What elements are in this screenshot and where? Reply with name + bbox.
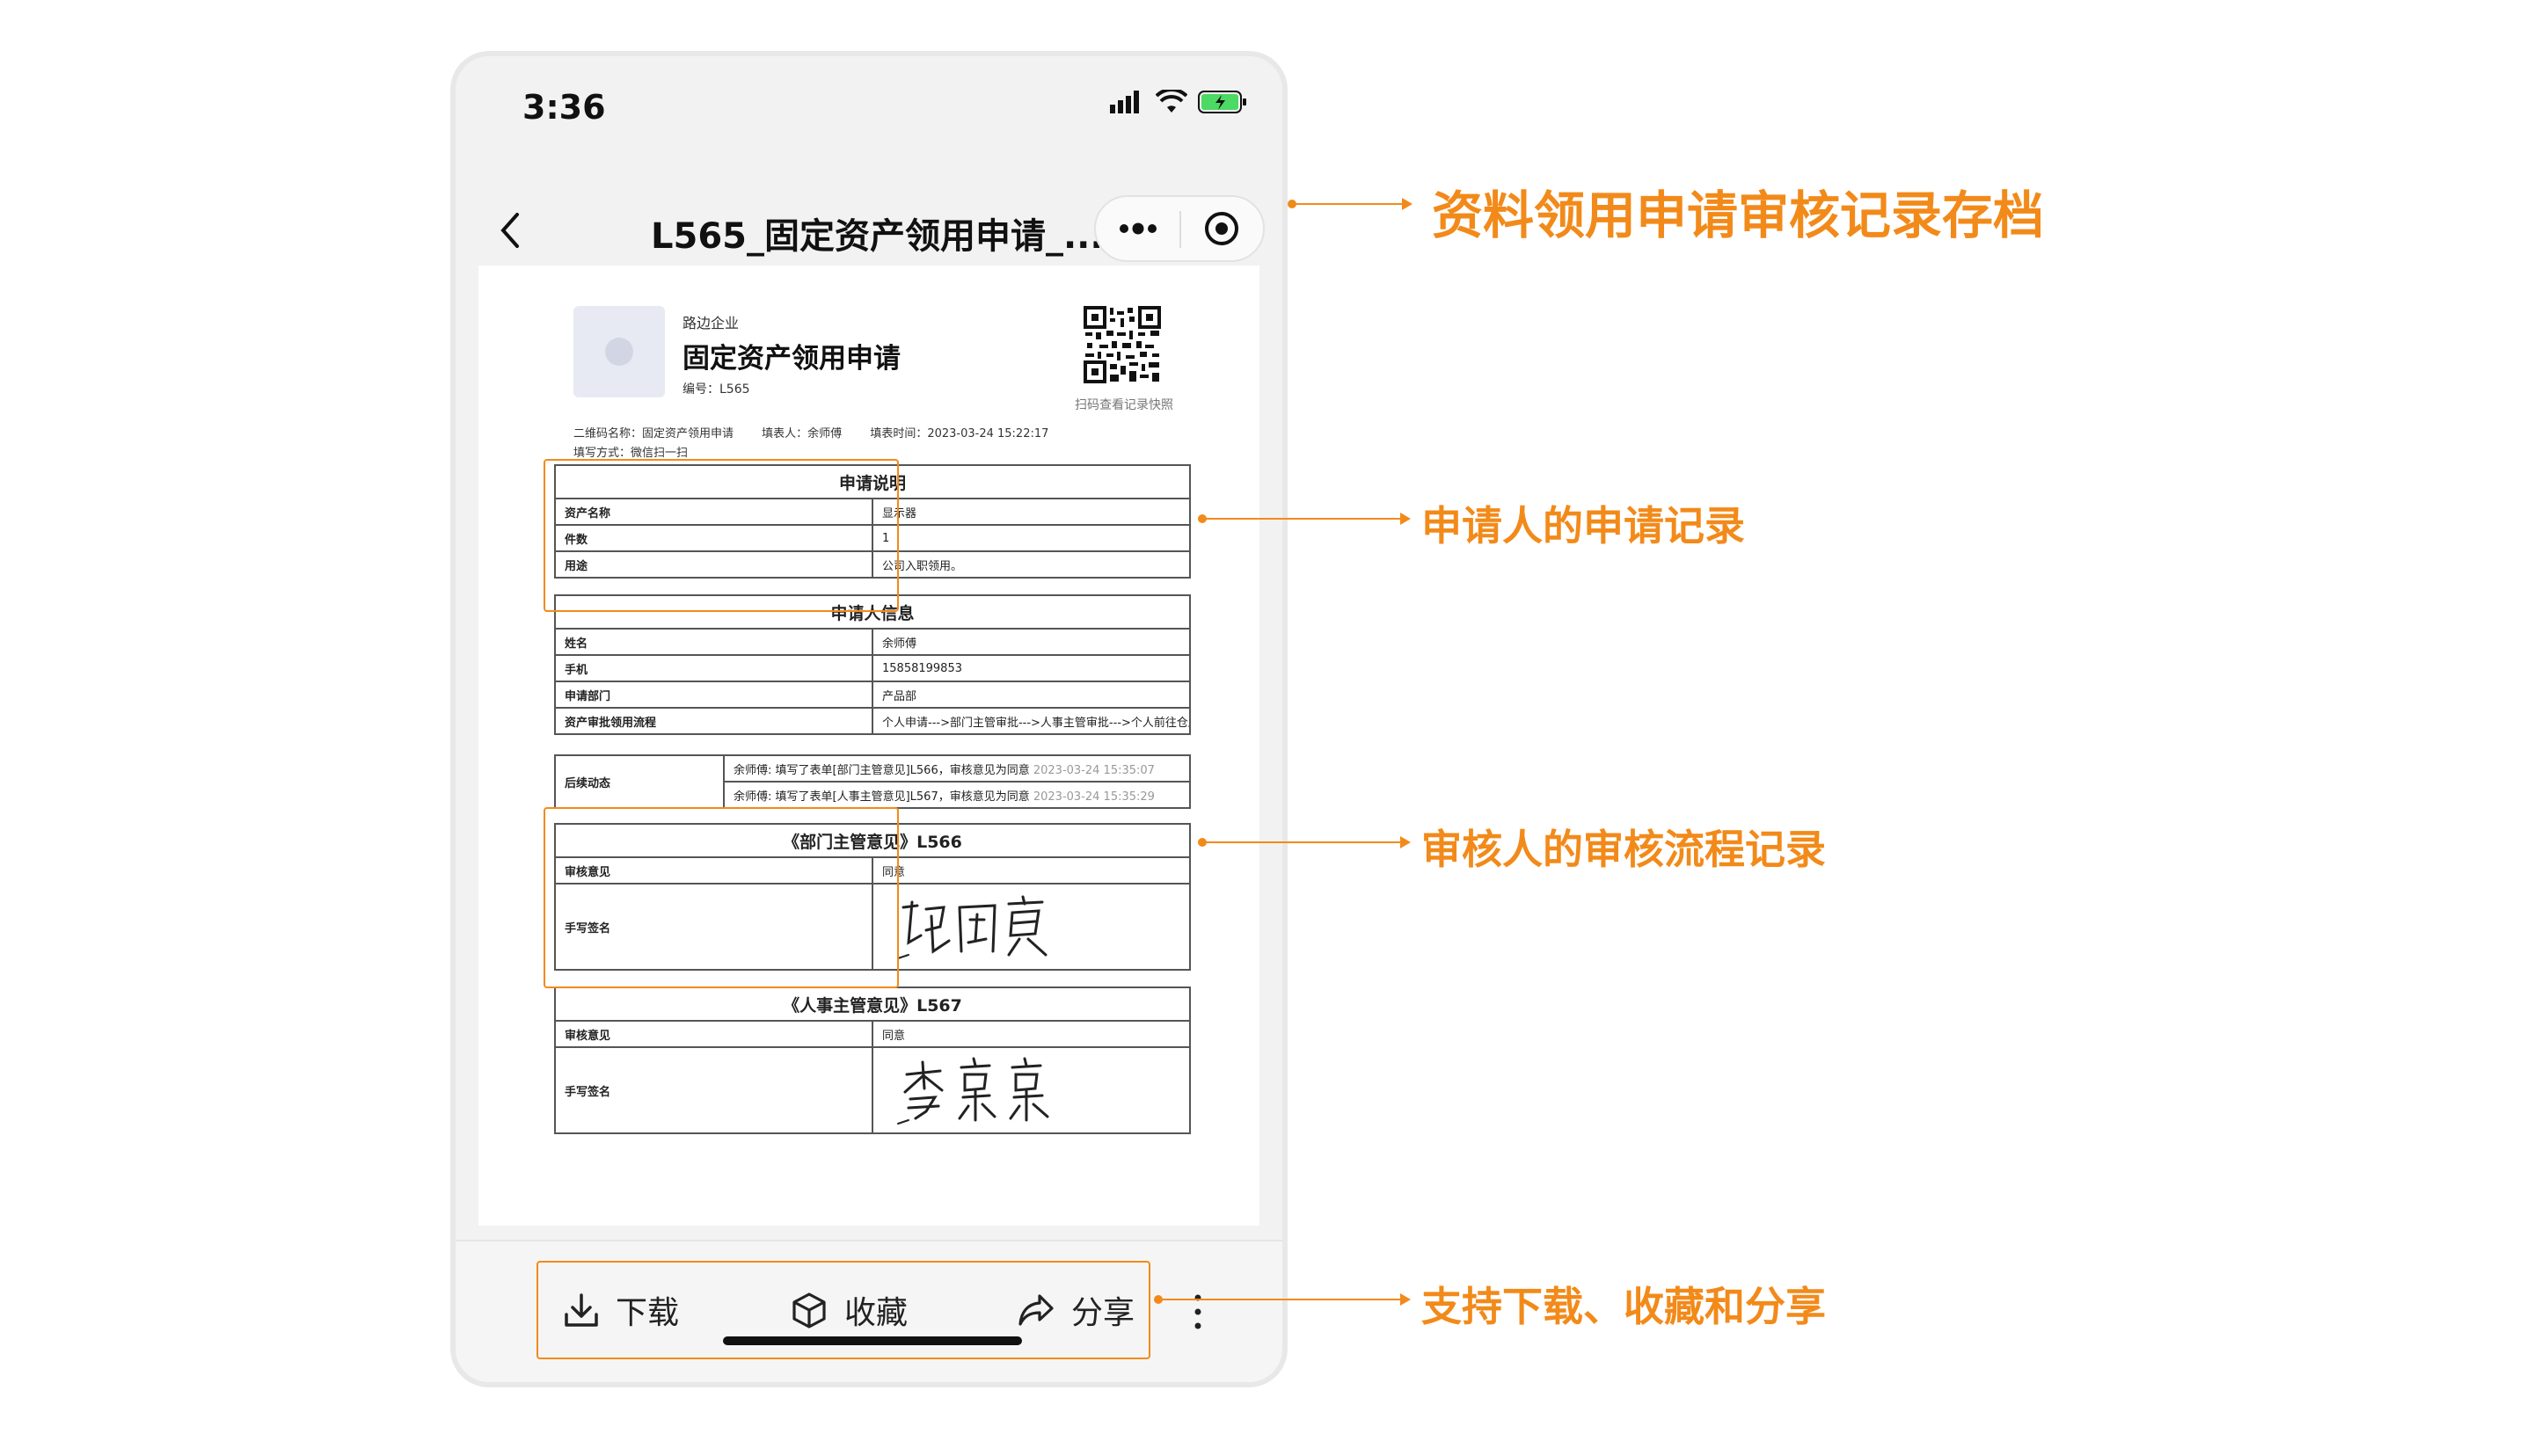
home-indicator	[723, 1336, 1022, 1345]
document-title: 固定资产领用申请	[683, 343, 901, 375]
signature-cell	[872, 883, 1191, 971]
handwritten-signature-1	[897, 895, 1048, 959]
annotation-line	[1205, 518, 1402, 520]
table-row: 申请部门 产品部	[554, 681, 1191, 709]
annotation-archive: 资料领用申请审核记录存档	[1432, 186, 2045, 245]
qr-code-icon	[1084, 306, 1161, 383]
meta-method: 填写方式：微信扫一扫	[573, 447, 689, 460]
document-number: 编号：L565	[683, 382, 750, 397]
page-title: L565_固定资产领用申请_...	[651, 216, 1099, 257]
company-logo	[573, 306, 665, 397]
annotation-applicant-record: 申请人的申请记录	[1421, 502, 1745, 550]
row-value: 产品部	[872, 681, 1191, 709]
annotation-arrow	[1400, 1293, 1411, 1306]
document-viewer[interactable]: 路边企业 固定资产领用申请 编号：L565 扫码查看记录快照 二维码名称：固定资…	[478, 266, 1259, 1226]
qr-caption: 扫码查看记录快照	[1075, 398, 1173, 412]
capsule-menu	[1094, 195, 1265, 262]
table-row: 姓名 余师傅	[554, 628, 1191, 656]
row-value: 同意	[872, 1020, 1191, 1048]
status-time: 3:36	[522, 88, 606, 127]
table-row: 手机 15858199853	[554, 654, 1191, 682]
handwritten-signature-2	[897, 1057, 1049, 1125]
target-close-icon	[1204, 212, 1238, 245]
meta-time: 填表时间：2023-03-24 15:22:17	[870, 427, 1049, 440]
row-value: 1	[872, 524, 1191, 552]
row-key: 手机	[554, 654, 873, 682]
highlight-review-record	[544, 807, 899, 988]
meta-qr-name: 二维码名称：固定资产领用申请	[573, 427, 734, 440]
review-hr-table: 《人事主管意见》L567 审核意见 同意 手写签名	[554, 986, 1191, 1134]
row-key: 手写签名	[554, 1046, 873, 1134]
bottom-action-bar: 下载 收藏 分享	[456, 1240, 1282, 1382]
status-bar: 3:36	[456, 56, 1282, 160]
annotation-review-record: 审核人的审核流程记录	[1421, 826, 1826, 873]
document-page: 路边企业 固定资产领用申请 编号：L565 扫码查看记录快照 二维码名称：固定资…	[478, 266, 1259, 1226]
review2-header: 《人事主管意见》L567	[554, 986, 1191, 1022]
row-key: 资产审批领用流程	[554, 707, 873, 735]
company-name: 路边企业	[683, 315, 740, 331]
status-icons	[1110, 90, 1247, 114]
annotation-arrow	[1400, 836, 1411, 848]
row-key: 申请部门	[554, 681, 873, 709]
row-key: 姓名	[554, 628, 873, 656]
more-dots-icon	[1119, 222, 1157, 235]
meta-filler: 填表人：余师傅	[762, 427, 843, 440]
row-value: 余师傅	[872, 628, 1191, 656]
close-button[interactable]	[1179, 197, 1263, 260]
annotation-actions: 支持下载、收藏和分享	[1421, 1283, 1826, 1330]
table-row: 后续动态 余师傅: 填写了表单[部门主管意见]L566，审核意见为同意 2023…	[554, 754, 1191, 809]
signal-icon	[1110, 91, 1139, 113]
navbar: L565_固定资产领用申请_...	[456, 188, 1282, 276]
back-icon[interactable]	[485, 204, 538, 257]
document-meta: 二维码名称：固定资产领用申请 填表人：余师傅 填表时间：2023-03-24 1…	[573, 424, 1073, 440]
follow-up-entry: 余师傅: 填写了表单[人事主管意见]L567，审核意见为同意 2023-03-2…	[723, 781, 1191, 809]
wifi-icon	[1156, 90, 1187, 113]
annotation-line	[1295, 203, 1404, 205]
annotation-arrow	[1400, 513, 1411, 525]
follow-up-table: 后续动态 余师傅: 填写了表单[部门主管意见]L566，审核意见为同意 2023…	[554, 754, 1191, 809]
follow-up-key: 后续动态	[554, 754, 725, 809]
row-value: 15858199853	[872, 654, 1191, 682]
phone-frame: 3:36 L565_固定资产领用申请_... 路边企业 固定资产领用申请 编号：…	[450, 51, 1288, 1387]
table-row: 资产审批领用流程 个人申请--->部门主管审批--->人事主管审批--->个人前…	[554, 707, 1191, 735]
row-value: 显示器	[872, 498, 1191, 526]
row-value: 公司入职领用。	[872, 550, 1191, 579]
annotation-line	[1205, 841, 1402, 843]
row-value: 同意	[872, 856, 1191, 885]
table-row: 审核意见 同意	[554, 1020, 1191, 1048]
battery-icon	[1198, 91, 1246, 113]
applicant-table: 申请人信息 姓名 余师傅 手机 15858199853 申请部门 产品部 资产审…	[554, 594, 1191, 735]
row-key: 审核意见	[554, 1020, 873, 1048]
annotation-line	[1161, 1299, 1402, 1300]
follow-up-entry: 余师傅: 填写了表单[部门主管意见]L566，审核意见为同意 2023-03-2…	[723, 754, 1191, 783]
more-vertical-icon[interactable]	[1189, 1285, 1207, 1338]
row-value: 个人申请--->部门主管审批--->人事主管审批--->个人前往仓库领用	[872, 707, 1191, 735]
annotation-arrow	[1402, 198, 1412, 210]
signature-cell	[872, 1046, 1191, 1134]
table-row: 手写签名	[554, 1046, 1191, 1134]
highlight-applicant-record	[544, 459, 899, 612]
more-button[interactable]	[1096, 197, 1179, 260]
